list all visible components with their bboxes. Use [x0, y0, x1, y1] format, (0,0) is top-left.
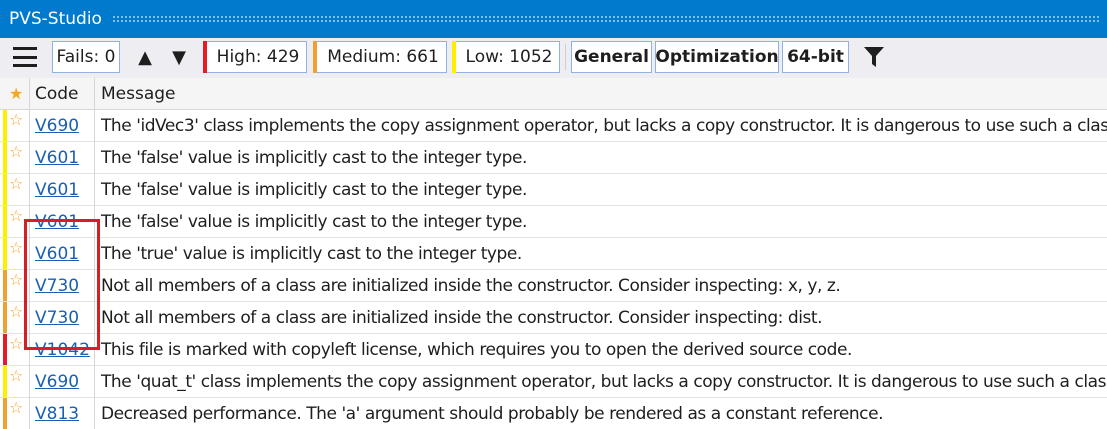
next-button[interactable]: ▼	[164, 41, 194, 73]
favorite-star-icon[interactable]: ☆	[9, 112, 23, 128]
favorite-star-icon[interactable]: ☆	[9, 240, 23, 256]
favorite-star-icon[interactable]: ☆	[9, 208, 23, 224]
table-row[interactable]: ☆ V601 The 'true' value is implicitly cast…	[0, 238, 1107, 270]
medium-severity-marker	[313, 41, 317, 73]
table-row[interactable]: ☆ V730 Not all members of a class are init…	[0, 302, 1107, 334]
column-divider	[29, 78, 30, 429]
code-column-header[interactable]: Code	[35, 78, 79, 109]
favorite-star-icon[interactable]: ☆	[9, 368, 23, 384]
title-bar: PVS-Studio	[0, 0, 1107, 38]
warning-message: The 'false' value is implicitly cast to …	[101, 147, 527, 168]
favorite-star-icon[interactable]: ☆	[9, 176, 23, 192]
severity-marker	[3, 398, 7, 429]
table-header: ★ Code Message	[0, 78, 1107, 110]
menu-button[interactable]	[8, 41, 42, 73]
warning-code-link[interactable]: V730	[35, 302, 79, 333]
toolbar-separator	[565, 44, 566, 70]
table-row[interactable]: ☆ V601 The 'false' value is implicitly cas…	[0, 206, 1107, 238]
title-bar-grip[interactable]	[111, 15, 1101, 23]
optimization-label: Optimization	[655, 47, 779, 67]
fails-label: Fails: 0	[56, 47, 116, 67]
warning-code-link[interactable]: V601	[35, 206, 79, 237]
warning-code-link[interactable]: V730	[35, 270, 79, 301]
warning-code-link[interactable]: V601	[35, 142, 79, 173]
table-row[interactable]: ☆ V730 Not all members of a class are init…	[0, 270, 1107, 302]
low-severity-marker	[452, 41, 456, 73]
warning-code-link[interactable]: V813	[35, 398, 79, 429]
warning-message: The 'false' value is implicitly cast to …	[101, 179, 527, 200]
favorite-star-icon[interactable]: ☆	[9, 144, 23, 160]
warning-message: The 'quat_t' class implements the copy a…	[101, 371, 1107, 392]
table-row[interactable]: ☆ V601 The 'false' value is implicitly cas…	[0, 142, 1107, 174]
severity-marker	[3, 142, 7, 173]
column-divider	[94, 78, 95, 429]
favorite-column-header[interactable]: ★	[9, 78, 23, 109]
warning-code-link[interactable]: V601	[35, 174, 79, 205]
low-label: Low: 1052	[465, 47, 553, 67]
table-row[interactable]: ☆ V601 The 'false' value is implicitly cas…	[0, 174, 1107, 206]
severity-marker	[3, 302, 7, 333]
warning-message: Not all members of a class are initializ…	[101, 275, 841, 296]
severity-marker	[3, 238, 7, 269]
warning-code-link[interactable]: V690	[35, 110, 79, 141]
low-filter-button[interactable]: Low: 1052	[452, 41, 560, 73]
toolbar: Fails: 0 ▲ ▼ High: 429 Medium: 661 Low: …	[0, 38, 1107, 79]
fails-button[interactable]: Fails: 0	[52, 41, 120, 73]
warning-code-link[interactable]: V601	[35, 238, 79, 269]
arrow-down-icon: ▼	[172, 46, 186, 68]
64bit-label: 64-bit	[787, 47, 844, 67]
severity-marker	[3, 110, 7, 141]
table-row[interactable]: ☆ V813 Decreased performance. The 'a' argu…	[0, 398, 1107, 429]
general-label: General	[574, 47, 649, 67]
message-column-header[interactable]: Message	[101, 78, 176, 109]
warning-message: Decreased performance. The 'a' argument …	[101, 403, 884, 424]
general-filter-button[interactable]: General	[571, 41, 652, 73]
severity-marker	[3, 174, 7, 205]
filter-button[interactable]	[856, 41, 892, 73]
funnel-icon	[864, 47, 884, 67]
severity-marker	[3, 334, 7, 365]
previous-button[interactable]: ▲	[130, 41, 160, 73]
warning-message: This file is marked with copyleft licens…	[101, 339, 852, 360]
severity-marker	[3, 270, 7, 301]
warning-message: Not all members of a class are initializ…	[101, 307, 823, 328]
warning-message: The 'true' value is implicitly cast to t…	[101, 243, 522, 264]
high-filter-button[interactable]: High: 429	[203, 41, 307, 73]
high-label: High: 429	[216, 47, 300, 67]
table-row[interactable]: ☆ V1042 This file is marked with copyleft …	[0, 334, 1107, 366]
medium-label: Medium: 661	[327, 47, 439, 67]
warning-message: The 'false' value is implicitly cast to …	[101, 211, 527, 232]
hamburger-icon	[13, 47, 37, 67]
medium-filter-button[interactable]: Medium: 661	[313, 41, 447, 73]
optimization-filter-button[interactable]: Optimization	[655, 41, 779, 73]
warning-message: The 'idVec3' class implements the copy a…	[101, 115, 1107, 136]
warnings-table: ★ Code Message ☆ V690 The 'idVec3' class i…	[0, 78, 1107, 429]
warning-code-link[interactable]: V1042	[35, 334, 90, 365]
severity-marker	[3, 366, 7, 397]
arrow-up-icon: ▲	[138, 46, 152, 68]
severity-marker	[3, 206, 7, 237]
table-row[interactable]: ☆ V690 The 'quat_t' class implements the c…	[0, 366, 1107, 398]
warning-code-link[interactable]: V690	[35, 366, 79, 397]
table-row[interactable]: ☆ V690 The 'idVec3' class implements the c…	[0, 110, 1107, 142]
favorite-star-icon[interactable]: ☆	[9, 400, 23, 416]
favorite-star-icon[interactable]: ☆	[9, 272, 23, 288]
favorite-star-icon[interactable]: ☆	[9, 336, 23, 352]
high-severity-marker	[203, 41, 207, 73]
64bit-filter-button[interactable]: 64-bit	[782, 41, 849, 73]
favorite-star-icon[interactable]: ☆	[9, 304, 23, 320]
window-title: PVS-Studio	[9, 9, 102, 29]
